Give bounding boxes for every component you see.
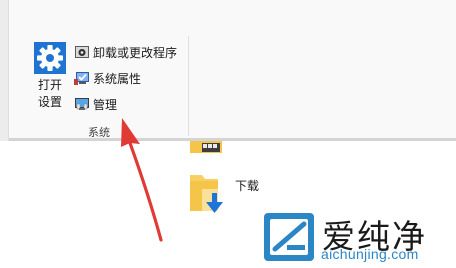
watermark: 爱纯净 aichunjing.com [260, 208, 456, 265]
system-properties-label: 系统属性 [93, 71, 142, 86]
gear-icon [34, 42, 66, 74]
downloads-folder-icon[interactable] [188, 171, 228, 217]
downloads-folder-label: 下载 [235, 179, 260, 193]
system-properties-icon [74, 70, 90, 86]
uninstall-program-button[interactable]: 卸载或更改程序 [74, 43, 177, 61]
ribbon: 打开 设置 卸载或更改程序 系统属性 管理 系统 [0, 0, 456, 141]
manage-button[interactable]: 管理 [74, 95, 117, 113]
open-settings-label-line1: 打开 [37, 78, 62, 92]
computer-management-icon [74, 96, 90, 112]
open-settings-label: 打开 设置 [26, 77, 74, 111]
uninstall-icon [74, 44, 90, 60]
ribbon-left-edge [0, 0, 9, 141]
manage-label: 管理 [93, 97, 118, 112]
open-settings-label-line2: 设置 [37, 95, 62, 109]
ribbon-group-separator [188, 36, 189, 136]
folder-partial-icon[interactable] [188, 141, 228, 155]
system-properties-button[interactable]: 系统属性 [74, 69, 141, 87]
watermark-logo-icon [264, 213, 314, 261]
watermark-url-text: aichunjing.com [321, 246, 419, 262]
open-settings-button[interactable]: 打开 设置 [32, 40, 68, 114]
ribbon-group-label: 系统 [88, 126, 110, 139]
uninstall-program-label: 卸载或更改程序 [93, 45, 178, 60]
